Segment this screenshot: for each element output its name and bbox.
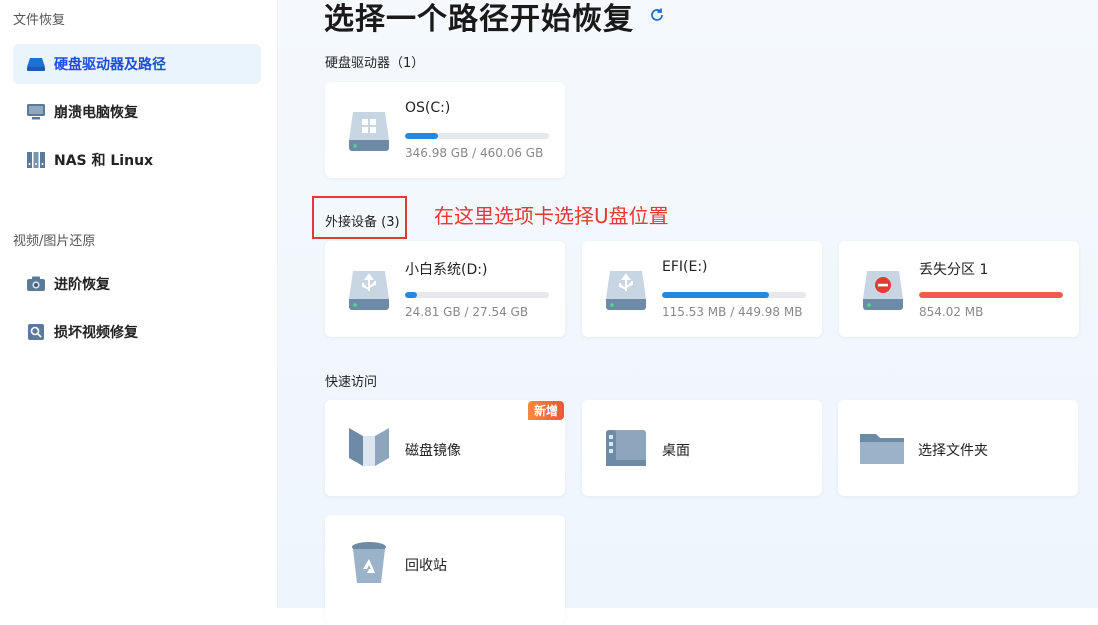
- drive-size: 854.02 MB: [919, 305, 984, 319]
- drive-usage-fill: [919, 292, 1063, 298]
- drive-card-c[interactable]: OS(C:) 346.98 GB / 460.06 GB: [325, 82, 565, 178]
- video-repair-icon: [25, 321, 47, 343]
- drive-name: EFI(E:): [662, 259, 708, 275]
- nas-icon: [25, 149, 47, 171]
- drive-card-lost-partition[interactable]: 丢失分区 1 854.02 MB: [839, 241, 1079, 337]
- desktop-icon: [602, 424, 650, 472]
- hard-drive-icon: [25, 53, 47, 75]
- drive-usage-bar: [662, 292, 806, 298]
- sidebar-item-nas-linux[interactable]: NAS 和 Linux: [13, 140, 261, 180]
- drive-usage-fill: [405, 133, 439, 139]
- usb-drive-icon: [347, 265, 391, 313]
- main-panel: 选择一个路径开始恢复 硬盘驱动器（1） OS(C:) 346.98 GB / 4…: [278, 0, 1098, 625]
- external-devices-group-title: 外接设备 (3): [325, 215, 400, 230]
- drive-usage-bar: [919, 292, 1063, 298]
- drive-name: 丢失分区 1: [919, 262, 989, 278]
- camera-icon: [25, 273, 47, 295]
- sidebar-item-crashed-pc[interactable]: 崩溃电脑恢复: [13, 92, 261, 132]
- drive-usage-bar: [405, 292, 549, 298]
- sidebar: 文件恢复 硬盘驱动器及路径 崩溃电脑恢复 NAS 和 Linux 视频/图片还原…: [0, 0, 278, 608]
- drive-name: OS(C:): [405, 100, 451, 116]
- drive-size: 24.81 GB / 27.54 GB: [405, 305, 529, 319]
- new-badge: 新增: [528, 401, 565, 420]
- section-title-video-photo: 视频/图片还原: [13, 234, 96, 249]
- sidebar-item-label: 硬盘驱动器及路径: [54, 57, 166, 73]
- drive-card-e[interactable]: EFI(E:) 115.53 MB / 449.98 MB: [582, 241, 822, 337]
- drive-usage-fill: [405, 292, 417, 298]
- quick-access-label: 磁盘镜像: [405, 443, 461, 459]
- sidebar-item-label: 损坏视频修复: [54, 325, 138, 341]
- quick-access-label: 桌面: [662, 443, 690, 459]
- sidebar-item-hard-drives[interactable]: 硬盘驱动器及路径: [13, 44, 261, 84]
- windows-drive-icon: [347, 106, 391, 154]
- page-title: 选择一个路径开始恢复: [324, 2, 634, 37]
- quick-access-disk-image[interactable]: 磁盘镜像 新增: [325, 400, 565, 496]
- quick-access-group-title: 快速访问: [325, 375, 378, 390]
- drive-size: 346.98 GB / 460.06 GB: [405, 146, 544, 160]
- quick-access-label: 回收站: [405, 558, 447, 574]
- lost-partition-icon: [861, 265, 905, 313]
- annotation-text: 在这里选项卡选择U盘位置: [434, 204, 669, 228]
- drive-usage-bar: [405, 133, 549, 139]
- monitor-icon: [25, 101, 47, 123]
- sidebar-item-label: 崩溃电脑恢复: [54, 105, 138, 121]
- quick-access-select-folder[interactable]: 选择文件夹: [838, 400, 1078, 496]
- hard-drives-group-title: 硬盘驱动器（1）: [325, 56, 425, 71]
- drive-usage-fill: [662, 292, 769, 298]
- folder-icon: [858, 424, 906, 472]
- sidebar-item-advanced-recovery[interactable]: 进阶恢复: [13, 264, 261, 304]
- sidebar-item-video-repair[interactable]: 损坏视频修复: [13, 312, 261, 352]
- quick-access-label: 选择文件夹: [918, 443, 988, 459]
- drive-size: 115.53 MB / 449.98 MB: [662, 305, 803, 319]
- quick-access-desktop[interactable]: 桌面: [582, 400, 822, 496]
- sidebar-item-label: 进阶恢复: [54, 277, 110, 293]
- section-title-file-recovery: 文件恢复: [13, 13, 66, 28]
- usb-drive-icon: [604, 265, 648, 313]
- recycle-bin-icon: [345, 539, 393, 587]
- sidebar-item-label: NAS 和 Linux: [54, 153, 154, 169]
- drive-name: 小白系统(D:): [405, 262, 488, 278]
- quick-access-recycle-bin[interactable]: 回收站: [325, 515, 565, 625]
- disk-image-icon: [345, 424, 393, 472]
- refresh-icon[interactable]: [648, 6, 666, 24]
- drive-card-d[interactable]: 小白系统(D:) 24.81 GB / 27.54 GB: [325, 241, 565, 337]
